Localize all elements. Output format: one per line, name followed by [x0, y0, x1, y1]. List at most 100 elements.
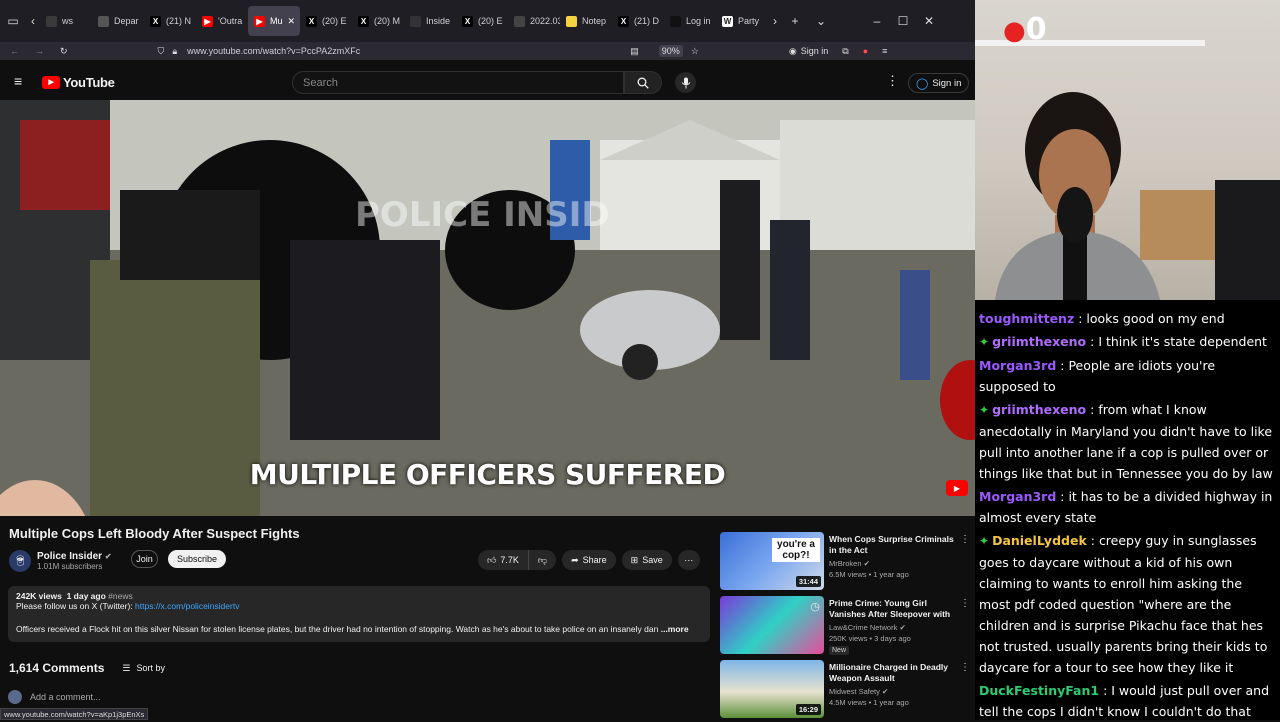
twitter-link[interactable]: https://x.com/policeinsidertv — [135, 601, 239, 611]
browser-tab[interactable]: Notep — [560, 6, 612, 36]
more-options-icon[interactable]: ⋮ — [886, 73, 899, 89]
sort-by-button[interactable]: ☰ Sort by — [122, 663, 165, 674]
recommended-video[interactable]: ◷ Prime Crime: Young Girl Vanishes After … — [720, 594, 975, 658]
more-actions-button[interactable]: ⋯ — [677, 550, 700, 570]
chat-message: DuckFestinyFan1 : I would just pull over… — [979, 680, 1276, 720]
x-icon: X — [462, 15, 473, 27]
browser-tab[interactable]: Depar — [92, 6, 144, 36]
browser-tab[interactable]: ws — [40, 6, 92, 36]
channel-avatar[interactable]: 👮︎ — [9, 550, 31, 572]
verified-icon: ✔ — [881, 687, 889, 696]
address-bar: ← → ↻ ⛉ 🔒︎ www.youtube.com/watch?v=PccPA… — [0, 42, 975, 60]
browser-tab[interactable]: W Party — [716, 6, 768, 36]
browser-tab[interactable]: 2022.03.1 — [508, 6, 560, 36]
search-button[interactable] — [624, 71, 662, 94]
recommended-video[interactable]: you're a cop?! 31:44 When Cops Surprise Cr… — [720, 530, 975, 594]
tab-list-icon[interactable]: ⌄ — [808, 6, 834, 36]
hashtag-link[interactable]: #news — [108, 591, 133, 601]
browser-tab[interactable]: X (20) M — [352, 6, 404, 36]
chat-username[interactable]: griimthexeno — [992, 334, 1086, 349]
zoom-level[interactable]: 90% — [658, 45, 683, 57]
chat-username[interactable]: DuckFestinyFan1 — [979, 683, 1099, 698]
follow-line: Please follow us on X (Twitter): https:/… — [16, 601, 702, 611]
video-thumbnail[interactable]: ◷ — [720, 596, 824, 654]
tab-scroll-right-icon[interactable]: › — [768, 6, 782, 36]
add-comment-row[interactable]: Add a comment... — [8, 690, 101, 704]
recommended-title[interactable]: When Cops Surprise Criminals in the Act — [829, 534, 959, 556]
browser-signin[interactable]: Sign in — [801, 46, 829, 56]
heart-icon: ● — [1003, 16, 1026, 46]
browser-tab[interactable]: Inside — [404, 6, 456, 36]
browser-tab[interactable]: ▶ Mu ✕ — [248, 6, 300, 36]
recommended-title[interactable]: Prime Crime: Young Girl Vanishes After S… — [829, 598, 959, 620]
close-tab-icon[interactable]: ✕ — [288, 16, 296, 27]
menu-icon[interactable]: ≡ — [882, 46, 887, 56]
video-duration: 31:44 — [795, 576, 821, 587]
verified-icon: ✔ — [104, 552, 112, 561]
maximize-icon[interactable]: ☐ — [890, 6, 916, 36]
follow-text: Please follow us on X (Twitter): — [16, 601, 136, 611]
bookmark-star-icon[interactable]: ☆ — [691, 46, 699, 57]
recommended-video[interactable]: 16:29 Millionaire Charged in Deadly Weapo… — [720, 658, 975, 722]
channel-name[interactable]: Police Insider ✔ — [37, 551, 112, 562]
reader-icon[interactable]: ▤ — [630, 46, 639, 57]
tab-label: (21) N — [166, 16, 192, 26]
browser-tab[interactable]: X (21) N — [144, 6, 196, 36]
subscribe-button[interactable]: Subscribe — [168, 550, 226, 568]
shield-icon[interactable]: ⛉ — [158, 46, 165, 57]
share-button[interactable]: ➦ Share — [562, 550, 616, 570]
tab-label: Inside — [426, 16, 451, 26]
description-box[interactable]: 242K views 1 day ago #news Please follow… — [8, 586, 710, 642]
video-thumbnail[interactable]: you're a cop?! 31:44 — [720, 532, 824, 590]
extensions-icon[interactable]: ⧉ — [842, 46, 848, 57]
show-more-link[interactable]: ...more — [661, 624, 689, 634]
youtube-logo[interactable]: ▶ YouTube — [42, 75, 115, 90]
browser-tab[interactable]: X (21) D — [612, 6, 664, 36]
recommended-channel[interactable]: Midwest Safety ✔ — [829, 687, 888, 696]
like-button[interactable]: 👍︎ 7.7K — [478, 550, 529, 570]
close-window-icon[interactable]: ✕ — [916, 6, 942, 36]
new-tab-icon[interactable]: + — [782, 6, 808, 36]
reload-icon[interactable]: ↻ — [60, 46, 68, 57]
chat-username[interactable]: griimthexeno — [992, 402, 1086, 417]
dislike-button[interactable]: 👎︎ — [528, 550, 557, 570]
tab-overview-icon[interactable]: ▭ — [0, 6, 26, 36]
chat-username[interactable]: DanielLyddek — [992, 533, 1087, 548]
recommended-channel[interactable]: MrBroken ✔ — [829, 559, 870, 568]
chat-username[interactable]: Morgan3rd — [979, 358, 1056, 373]
chat-username[interactable]: toughmittenz — [979, 311, 1074, 326]
recommended-title[interactable]: Millionaire Charged in Deadly Weapon Ass… — [829, 662, 959, 684]
chat-username[interactable]: Morgan3rd — [979, 489, 1056, 504]
browser-tab[interactable]: X (20) E — [300, 6, 352, 36]
join-button[interactable]: Join — [131, 550, 158, 568]
save-button[interactable]: ⊞ Save — [621, 550, 672, 570]
video-player[interactable]: POLICE INSID ▶ — [0, 100, 975, 516]
account-icon[interactable]: ◉ — [789, 46, 797, 57]
recommended-channel[interactable]: Law&Crime Network ✔ — [829, 623, 906, 632]
lock-icon[interactable]: 🔒︎ — [172, 46, 177, 57]
more-options-icon[interactable]: ⋮ — [960, 534, 970, 545]
youtube-signin-button[interactable]: ◯ Sign in — [908, 73, 970, 93]
forward-icon[interactable]: → — [35, 46, 44, 56]
video-frame — [0, 100, 975, 516]
more-options-icon[interactable]: ⋮ — [960, 662, 970, 673]
video-thumbnail[interactable]: 16:29 — [720, 660, 824, 718]
minimize-icon[interactable]: – — [864, 6, 890, 36]
watch-later-icon[interactable]: ◷ — [810, 600, 820, 613]
add-comment-input[interactable]: Add a comment... — [30, 692, 101, 702]
browser-tab[interactable]: Log in — [664, 6, 716, 36]
more-options-icon[interactable]: ⋮ — [960, 598, 970, 609]
verified-icon: ✔ — [863, 559, 870, 568]
tab-scroll-left-icon[interactable]: ‹ — [26, 6, 40, 36]
view-count: 242K views — [16, 591, 62, 601]
voice-search-button[interactable] — [675, 72, 696, 93]
hamburger-icon[interactable]: ≡ — [14, 73, 22, 89]
back-icon[interactable]: ← — [10, 46, 19, 56]
w-icon: W — [722, 15, 733, 27]
browser-tab[interactable]: ▶ 'Outra — [196, 6, 248, 36]
notification-icon[interactable]: ● — [863, 46, 868, 56]
url-field[interactable]: www.youtube.com/watch?v=PccPA2zmXFc — [187, 46, 360, 56]
tab-strip: ws Depar X (21) N ▶ 'Outra ▶ Mu ✕ X (20) E X (20) M I… — [40, 6, 768, 36]
search-input[interactable]: Search — [292, 71, 624, 94]
browser-tab[interactable]: X (20) E — [456, 6, 508, 36]
